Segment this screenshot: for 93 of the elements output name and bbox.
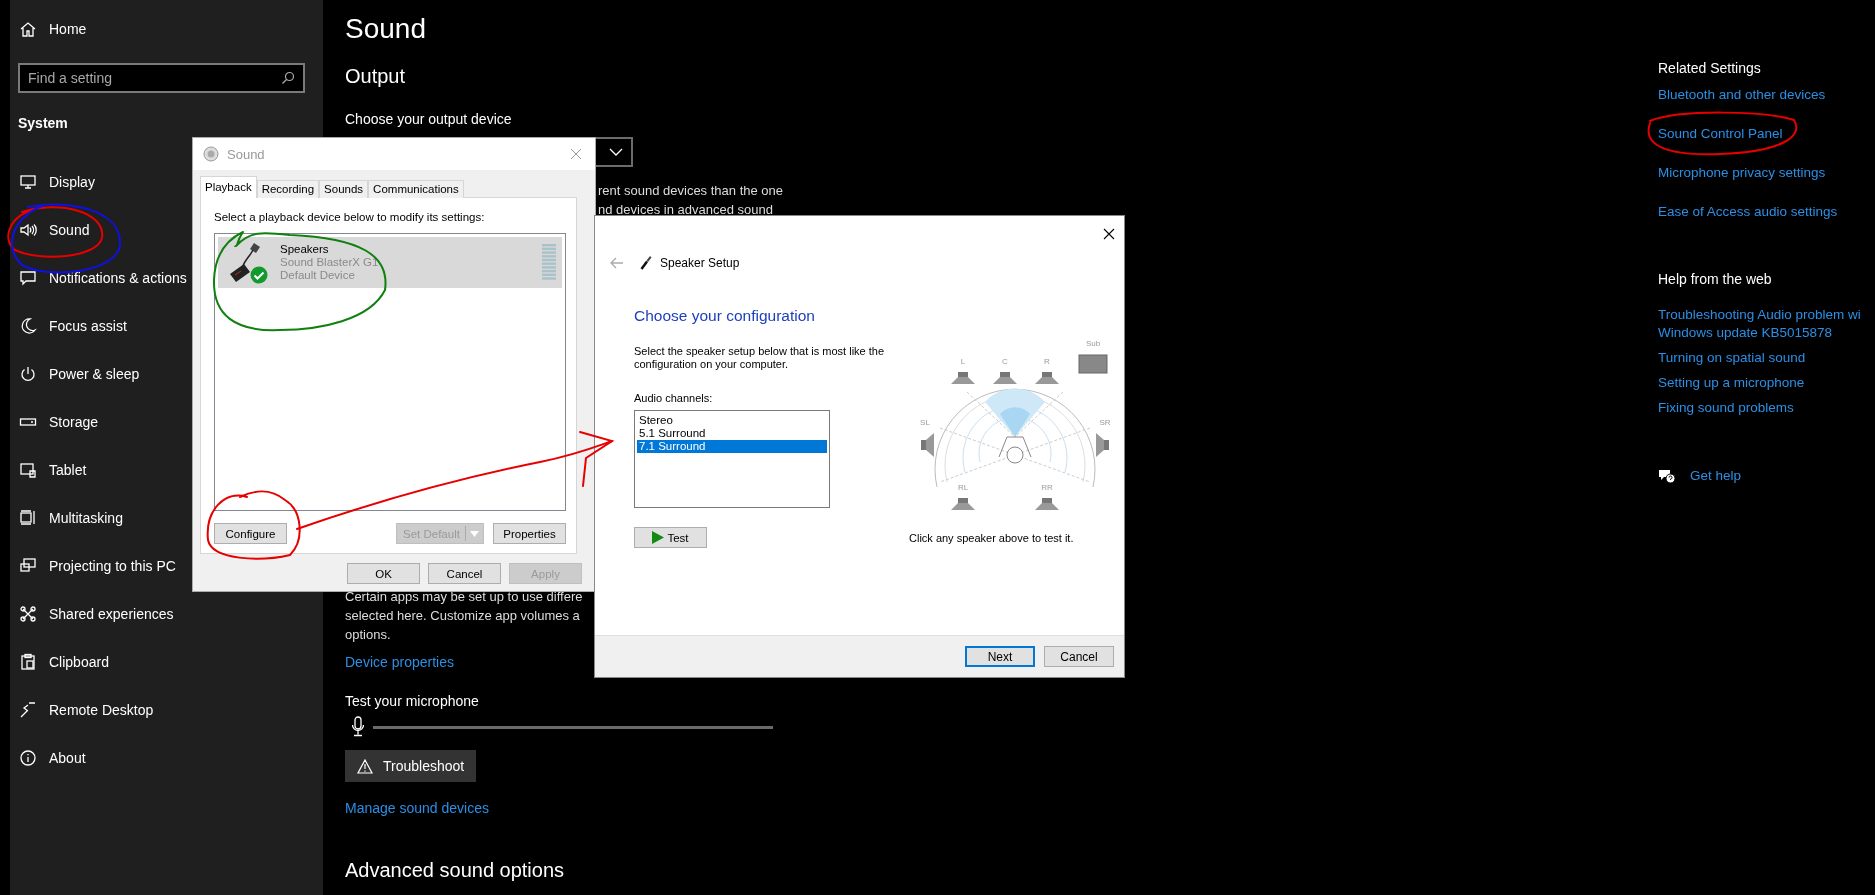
remote-icon [19, 701, 37, 719]
home-icon [19, 20, 37, 38]
monitor-icon [19, 173, 37, 191]
speaker-label: SR [1099, 418, 1111, 427]
dialog-button[interactable]: Configure [214, 523, 287, 544]
chat-help-icon [1658, 468, 1676, 484]
description-text: nd devices in advanced sound [598, 201, 774, 219]
description-text: options. [345, 626, 392, 644]
section-heading: Help from the web [1658, 270, 1773, 289]
sidebar-item[interactable]: Projecting to this PC [10, 542, 323, 590]
section-heading: Advanced sound options [345, 858, 566, 883]
tab[interactable]: Recording [256, 180, 320, 198]
help-link[interactable]: Troubleshooting Audio problem wi Windows update KB5015878 [1658, 306, 1875, 342]
tab[interactable]: Sounds [319, 180, 369, 198]
description-text: selected here. Customize app volumes a [345, 607, 581, 625]
dialog-button[interactable]: OK [347, 563, 420, 584]
wizard-button[interactable]: Cancel [1044, 646, 1114, 667]
play-icon [652, 531, 665, 544]
home-link[interactable]: Home [10, 19, 323, 39]
field-label: Audio channels: [634, 392, 714, 405]
dialog-button[interactable]: Properties [493, 523, 566, 544]
device-status: Default Device [280, 269, 356, 282]
settings-link[interactable]: Bluetooth and other devices [1658, 85, 1826, 105]
device-row[interactable]: Speakers Sound BlasterX G1 Default Device [218, 237, 562, 288]
tab[interactable]: Communications [368, 180, 464, 198]
list-item[interactable]: 5.1 Surround [637, 427, 827, 440]
microphone-icon [351, 716, 365, 738]
description-text: Certain apps may be set up to use differe [345, 588, 584, 606]
search-field[interactable]: Find a setting [18, 63, 305, 93]
description-text: Select the speaker setup below that is most like the configuration on your computer. [634, 345, 886, 371]
device-properties-link[interactable]: Device properties [345, 652, 454, 672]
wizard-button[interactable]: Next [965, 646, 1035, 667]
get-help-link[interactable]: Get help [1690, 466, 1742, 486]
window-title: Speaker Setup [660, 256, 740, 270]
list-item[interactable]: 7.1 Surround [637, 440, 827, 453]
back-arrow-icon [610, 257, 624, 269]
instruction-text: Select a playback device below to modify its settings: [214, 210, 486, 224]
help-link[interactable]: Fixing sound problems [1658, 399, 1875, 417]
speaker-label: C [1002, 357, 1008, 366]
close-icon [570, 148, 582, 160]
level-meter-icon [542, 244, 556, 281]
description-text: rent sound devices than the one [598, 182, 785, 200]
tablet-icon [19, 461, 37, 479]
speaker-label: RL [957, 483, 969, 492]
field-label: Choose your output device [345, 110, 513, 129]
sidebar-item[interactable]: Clipboard [10, 638, 323, 686]
tab[interactable]: Playback [200, 176, 257, 198]
moon-icon [19, 317, 37, 335]
troubleshoot-button[interactable]: Troubleshoot [345, 750, 477, 782]
power-icon [19, 365, 37, 383]
multitasking-icon [19, 509, 37, 527]
sidebar-item[interactable]: About [10, 734, 323, 782]
section-heading: Related Settings [1658, 59, 1762, 78]
caret-icon [470, 530, 479, 537]
test-button[interactable]: Test [634, 527, 707, 548]
settings-link[interactable]: Microphone privacy settings [1658, 163, 1826, 183]
section-heading: System [18, 114, 69, 133]
sidebar-item[interactable]: Power & sleep [10, 350, 323, 398]
search-icon [281, 71, 295, 85]
speaker-label: R [1044, 357, 1050, 366]
field-label: Test your microphone [345, 692, 480, 711]
speaker-label: L [960, 357, 966, 366]
page-heading: Choose your configuration [634, 306, 816, 326]
speaker-label: RR [1041, 483, 1053, 492]
clipboard-icon [19, 653, 37, 671]
chevron-icon [609, 148, 623, 156]
hint-text: Click any speaker above to test it. [909, 532, 1075, 544]
nodes-icon [19, 605, 37, 623]
info-icon [19, 749, 37, 767]
sidebar-item[interactable]: Remote Desktop [10, 686, 323, 734]
device-name: Speakers [280, 243, 330, 256]
speaker-label: SL [920, 418, 930, 427]
close-icon [1103, 228, 1115, 240]
dialog-button[interactable]: Cancel [428, 563, 501, 584]
sidebar-item[interactable]: Focus assist [10, 302, 323, 350]
help-link[interactable]: Setting up a microphone [1658, 374, 1875, 392]
sidebar-item[interactable]: Shared experiences [10, 590, 323, 638]
window-title: Sound [227, 146, 265, 162]
projecting-icon [19, 557, 37, 575]
sidebar-item[interactable]: Tablet [10, 446, 323, 494]
warning-icon [357, 758, 373, 774]
settings-link[interactable]: Ease of Access audio settings [1658, 202, 1838, 222]
help-link[interactable]: Turning on spatial sound [1658, 349, 1875, 367]
sidebar-item[interactable]: Storage [10, 398, 323, 446]
list-item[interactable]: Stereo [637, 414, 827, 427]
screwdriver-icon [640, 255, 652, 271]
section-heading: Output [345, 64, 407, 89]
message-icon [19, 269, 37, 287]
page-title: Sound [345, 12, 427, 46]
manage-devices-link[interactable]: Manage sound devices [345, 798, 489, 818]
settings-link[interactable]: Sound Control Panel [1658, 124, 1783, 144]
speaker-label: Sub [1085, 339, 1101, 348]
device-model: Sound BlasterX G1 [280, 256, 380, 269]
